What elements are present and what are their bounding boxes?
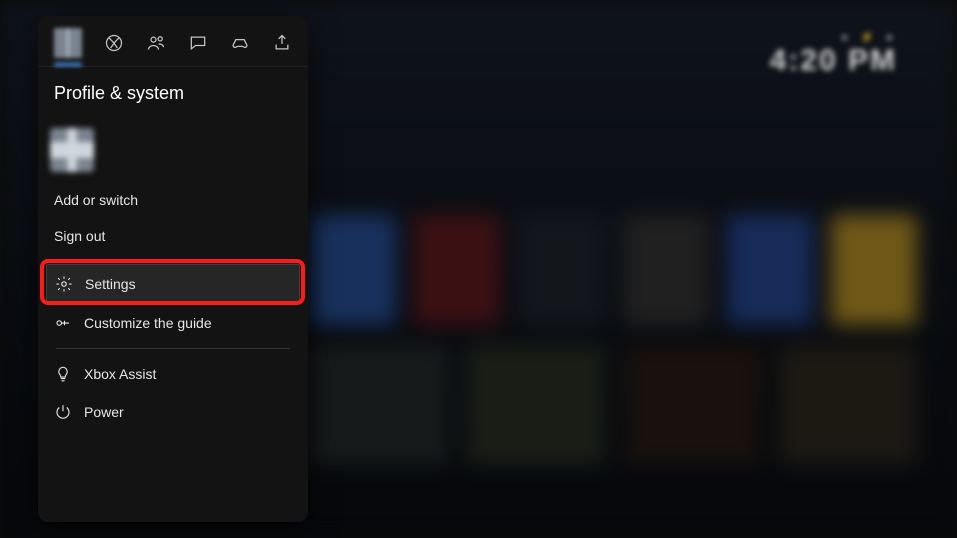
game-tile	[310, 345, 448, 465]
game-tile	[414, 215, 500, 325]
game-tile	[310, 215, 396, 325]
menu-power[interactable]: Power	[38, 393, 308, 431]
menu-label: Xbox Assist	[84, 366, 156, 382]
divider	[56, 348, 290, 349]
menu-label: Sign out	[54, 228, 105, 244]
game-tile	[623, 215, 709, 325]
game-tile	[518, 215, 604, 325]
game-tile	[727, 215, 813, 325]
status-icons: ● ⚡ ●	[770, 30, 897, 44]
menu-customize-guide[interactable]: Customize the guide	[38, 304, 308, 342]
game-tile	[466, 345, 604, 465]
customize-icon	[54, 314, 72, 332]
current-profile[interactable]	[38, 110, 308, 178]
profile-avatar	[50, 128, 94, 172]
share-icon[interactable]	[272, 33, 292, 53]
menu-settings[interactable]: Settings	[46, 264, 300, 304]
game-tile	[831, 215, 917, 325]
menu-label: Customize the guide	[84, 315, 212, 331]
status-clock: ● ⚡ ● 4:20 PM	[770, 30, 897, 78]
menu-sign-out[interactable]: Sign out	[38, 218, 308, 254]
menu-label: Settings	[85, 276, 136, 292]
menu-xbox-assist[interactable]: Xbox Assist	[38, 355, 308, 393]
menu-label: Add or switch	[54, 192, 138, 208]
menu-add-or-switch[interactable]: Add or switch	[38, 182, 308, 218]
clock-time: 4:20 PM	[770, 44, 897, 78]
gear-icon	[55, 275, 73, 293]
game-tile	[779, 345, 917, 465]
xbox-logo-icon[interactable]	[104, 33, 124, 53]
guide-menu-list: Add or switch Sign out Settings Customiz…	[38, 178, 308, 431]
chat-icon[interactable]	[188, 33, 208, 53]
lightbulb-icon	[54, 365, 72, 383]
people-icon[interactable]	[146, 33, 166, 53]
tab-profile-avatar[interactable]	[54, 28, 82, 58]
xbox-guide-panel: Profile & system Add or switch Sign out …	[38, 16, 308, 522]
guide-tabs	[38, 16, 308, 67]
game-tile	[623, 345, 761, 465]
menu-label: Power	[84, 404, 124, 420]
power-icon	[54, 403, 72, 421]
guide-section-title: Profile & system	[38, 67, 308, 110]
controller-icon[interactable]	[230, 33, 250, 53]
